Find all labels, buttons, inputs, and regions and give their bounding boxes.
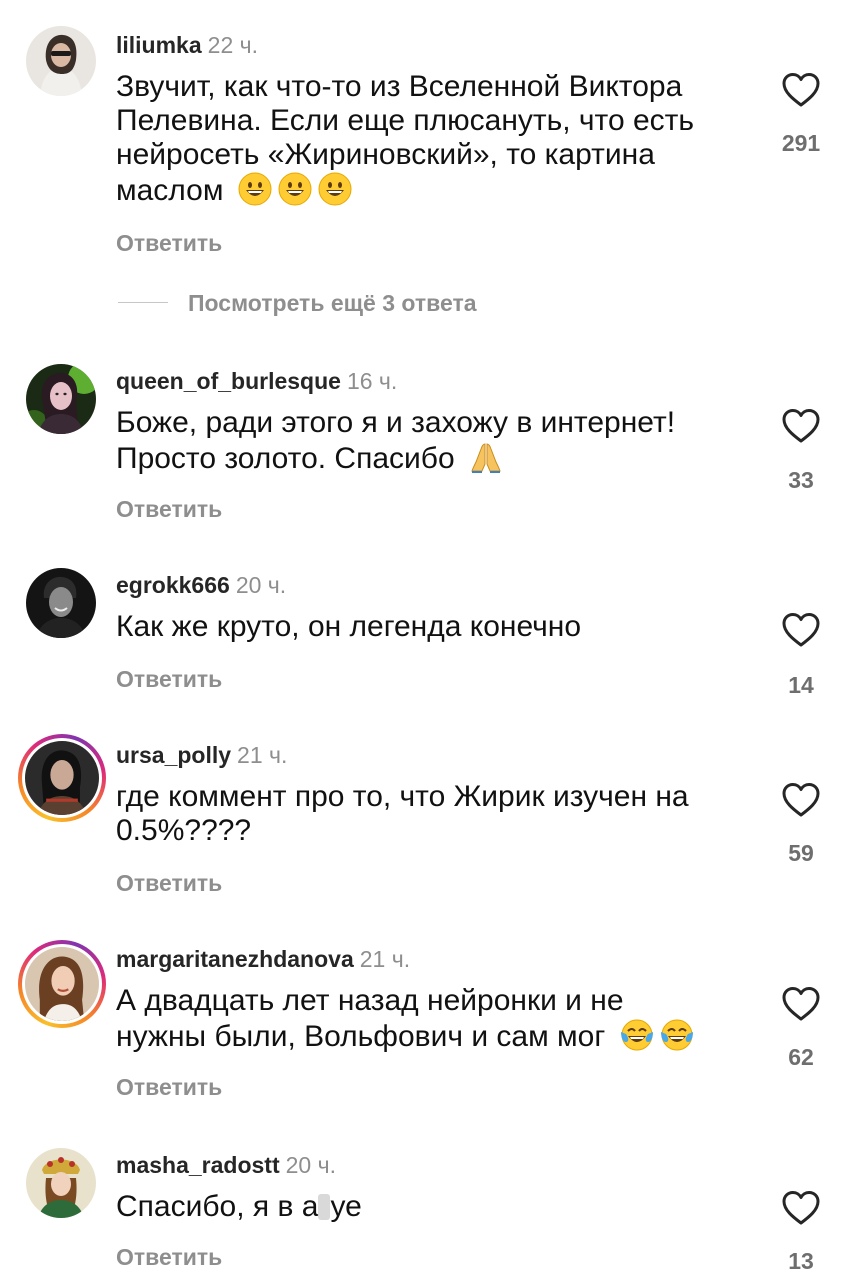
text-line: Пелевина. Если еще плюсануть, что есть bbox=[116, 104, 695, 137]
username[interactable]: masha_radostt bbox=[116, 1152, 280, 1178]
username[interactable]: liliumka bbox=[116, 32, 202, 58]
like-button[interactable] bbox=[778, 612, 824, 648]
comment-text: Спасибо, я в а уе bbox=[116, 1190, 756, 1224]
like-button[interactable] bbox=[778, 1190, 824, 1226]
like-button[interactable] bbox=[778, 986, 824, 1022]
heart-outline-icon bbox=[782, 73, 820, 107]
reply-button[interactable]: Ответить bbox=[116, 666, 222, 693]
grinning-face-emoji-icon bbox=[278, 172, 312, 206]
divider bbox=[118, 302, 168, 303]
avatar-story-ring[interactable] bbox=[18, 940, 106, 1028]
avatar[interactable] bbox=[26, 1148, 96, 1218]
text-line: нейросеть «Жириновский», то картина bbox=[116, 138, 655, 171]
like-count: 33 bbox=[788, 467, 814, 493]
like-count: 13 bbox=[788, 1248, 814, 1274]
timestamp: 20 ч. bbox=[235, 572, 287, 598]
comment-text: где коммент про то, что Жирик изучен на … bbox=[116, 780, 756, 848]
avatar-image bbox=[26, 26, 96, 96]
avatar-image bbox=[26, 568, 96, 638]
heart-outline-icon bbox=[782, 1191, 820, 1225]
text-line: где коммент про то, что Жирик изучен на bbox=[116, 780, 689, 813]
text-line: Спасибо, я в а уе bbox=[116, 1190, 362, 1223]
username[interactable]: queen_of_burlesque bbox=[116, 368, 341, 394]
comment-text: А двадцать лет назад нейронки и не нужны… bbox=[116, 984, 756, 1054]
avatar-image bbox=[26, 1148, 96, 1218]
comment-text: Как же круто, он легенда конечно bbox=[116, 610, 756, 644]
avatar[interactable] bbox=[26, 364, 96, 434]
grinning-face-emoji-icon bbox=[238, 172, 272, 206]
text-line: маслом bbox=[116, 172, 756, 208]
comment-meta: masha_radostt 20 ч. bbox=[116, 1152, 336, 1179]
like-count: 14 bbox=[788, 672, 814, 698]
reply-button[interactable]: Ответить bbox=[116, 496, 222, 523]
like-button[interactable] bbox=[778, 72, 824, 108]
like-button[interactable] bbox=[778, 782, 824, 818]
grinning-face-emoji-icon bbox=[318, 172, 352, 206]
comment-text: Боже, ради этого я и захожу в интернет! … bbox=[116, 406, 756, 476]
text-line: Просто золото. Спасибо bbox=[116, 440, 756, 476]
timestamp: 22 ч. bbox=[207, 32, 259, 58]
timestamp: 20 ч. bbox=[285, 1152, 336, 1178]
like-count: 291 bbox=[781, 130, 821, 156]
avatar[interactable] bbox=[26, 26, 96, 96]
like-count: 59 bbox=[788, 840, 814, 866]
heart-outline-icon bbox=[782, 613, 820, 647]
folded-hands-emoji-icon bbox=[471, 443, 501, 473]
avatar-image bbox=[25, 741, 99, 815]
text-line: Как же круто, он легенда конечно bbox=[116, 610, 582, 643]
text-line: А двадцать лет назад нейронки и не bbox=[116, 984, 624, 1017]
comment-meta: egrokk666 20 ч. bbox=[116, 572, 286, 599]
comment-meta: ursa_polly 21 ч. bbox=[116, 742, 287, 769]
tears-of-joy-emoji-icon bbox=[660, 1019, 693, 1051]
heart-outline-icon bbox=[782, 987, 820, 1021]
username[interactable]: margaritanezhdanova bbox=[116, 946, 354, 972]
heart-outline-icon bbox=[782, 409, 820, 443]
reply-button[interactable]: Ответить bbox=[116, 870, 222, 897]
comment-text: Звучит, как что-то из Вселенной Виктора … bbox=[116, 70, 756, 208]
like-count: 62 bbox=[788, 1044, 814, 1070]
comment-meta: margaritanezhdanova 21 ч. bbox=[116, 946, 410, 973]
avatar bbox=[22, 738, 102, 818]
comment-meta: queen_of_burlesque 16 ч. bbox=[116, 368, 397, 395]
comment-meta: liliumka 22 ч. bbox=[116, 32, 258, 59]
reply-button[interactable]: Ответить bbox=[116, 230, 222, 257]
censor-blur bbox=[318, 1194, 331, 1220]
username[interactable]: ursa_polly bbox=[116, 742, 231, 768]
text-line: Боже, ради этого я и захожу в интернет! bbox=[116, 406, 676, 439]
text-line: нужны были, Вольфович и сам мог bbox=[116, 1018, 756, 1054]
timestamp: 16 ч. bbox=[346, 368, 398, 394]
view-more-replies-label[interactable]: Посмотреть ещё 3 ответа bbox=[188, 290, 477, 317]
reply-button[interactable]: Ответить bbox=[116, 1074, 222, 1101]
avatar bbox=[22, 944, 102, 1024]
timestamp: 21 ч. bbox=[237, 742, 288, 768]
timestamp: 21 ч. bbox=[359, 946, 411, 972]
tears-of-joy-emoji-icon bbox=[620, 1019, 653, 1051]
text-line: Звучит, как что-то из Вселенной Виктора bbox=[116, 70, 683, 103]
like-button[interactable] bbox=[778, 408, 824, 444]
avatar-image bbox=[26, 364, 96, 434]
avatar[interactable] bbox=[26, 568, 96, 638]
username[interactable]: egrokk666 bbox=[116, 572, 230, 598]
avatar-image bbox=[25, 947, 99, 1021]
text-line: 0.5%???? bbox=[116, 814, 252, 847]
avatar-story-ring[interactable] bbox=[18, 734, 106, 822]
reply-button[interactable]: Ответить bbox=[116, 1244, 222, 1271]
heart-outline-icon bbox=[782, 783, 820, 817]
